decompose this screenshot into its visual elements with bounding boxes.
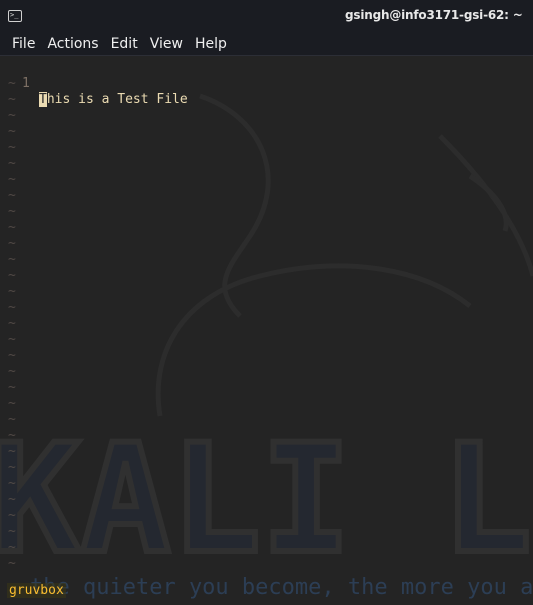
tilde-marker: ~ bbox=[8, 124, 16, 139]
tilde-marker: ~ bbox=[8, 140, 16, 155]
tilde-marker: ~ bbox=[8, 460, 16, 475]
status-line: gruvbox bbox=[0, 577, 533, 605]
tilde-marker: ~ bbox=[8, 428, 16, 443]
window-title: gsingh@info3171-gsi-62: ~ bbox=[345, 8, 523, 22]
wallpaper-brand: KALI LINUX bbox=[0, 413, 533, 587]
tilde-marker: ~ bbox=[8, 476, 16, 491]
tilde-marker: ~ bbox=[8, 364, 16, 379]
tilde-marker: ~ bbox=[8, 188, 16, 203]
tilde-marker: ~ bbox=[8, 284, 16, 299]
tilde-marker: ~ bbox=[8, 508, 16, 523]
menu-help[interactable]: Help bbox=[195, 34, 227, 54]
line-text-rest: his is a Test File bbox=[46, 92, 188, 107]
tilde-marker: ~ bbox=[8, 524, 16, 539]
menu-bar: File Actions Edit View Help bbox=[0, 32, 533, 56]
tilde-marker: ~ bbox=[8, 396, 16, 411]
tilde-marker: ~ bbox=[8, 108, 16, 123]
tilde-marker: ~ bbox=[8, 444, 16, 459]
menu-view[interactable]: View bbox=[150, 34, 183, 54]
line-text: This is a Test File bbox=[39, 92, 188, 108]
tilde-marker: ~ bbox=[8, 252, 16, 267]
tilde-marker: ~ bbox=[8, 556, 16, 571]
tilde-marker: ~ bbox=[8, 492, 16, 507]
tilde-marker: ~ bbox=[8, 92, 16, 107]
tilde-marker: ~ bbox=[8, 76, 16, 91]
kali-wallpaper: KALI LINUX the quieter you become, the m… bbox=[0, 93, 533, 600]
tilde-marker: ~ bbox=[8, 220, 16, 235]
menu-file[interactable]: File bbox=[12, 34, 35, 54]
terminal-icon[interactable]: >_ bbox=[8, 10, 22, 22]
tilde-marker: ~ bbox=[8, 332, 16, 347]
text-cursor: T bbox=[39, 92, 47, 107]
tilde-marker: ~ bbox=[8, 348, 16, 363]
tilde-marker: ~ bbox=[8, 172, 16, 187]
tilde-marker: ~ bbox=[8, 540, 16, 555]
tilde-marker: ~ bbox=[8, 268, 16, 283]
tilde-marker: ~ bbox=[8, 156, 16, 171]
tilde-marker: ~ bbox=[8, 380, 16, 395]
tilde-marker: ~ bbox=[8, 204, 16, 219]
menu-edit[interactable]: Edit bbox=[111, 34, 138, 54]
window-titlebar[interactable]: >_ gsingh@info3171-gsi-62: ~ bbox=[0, 0, 533, 32]
tilde-marker: ~ bbox=[8, 300, 16, 315]
tilde-marker: ~ bbox=[8, 316, 16, 331]
menu-actions[interactable]: Actions bbox=[47, 34, 98, 54]
tilde-marker: ~ bbox=[8, 236, 16, 251]
terminal-area[interactable]: KALI LINUX the quieter you become, the m… bbox=[0, 56, 533, 605]
status-colorscheme: gruvbox bbox=[7, 583, 66, 598]
tilde-marker: ~ bbox=[8, 412, 16, 427]
line-number: 1 bbox=[22, 76, 30, 91]
